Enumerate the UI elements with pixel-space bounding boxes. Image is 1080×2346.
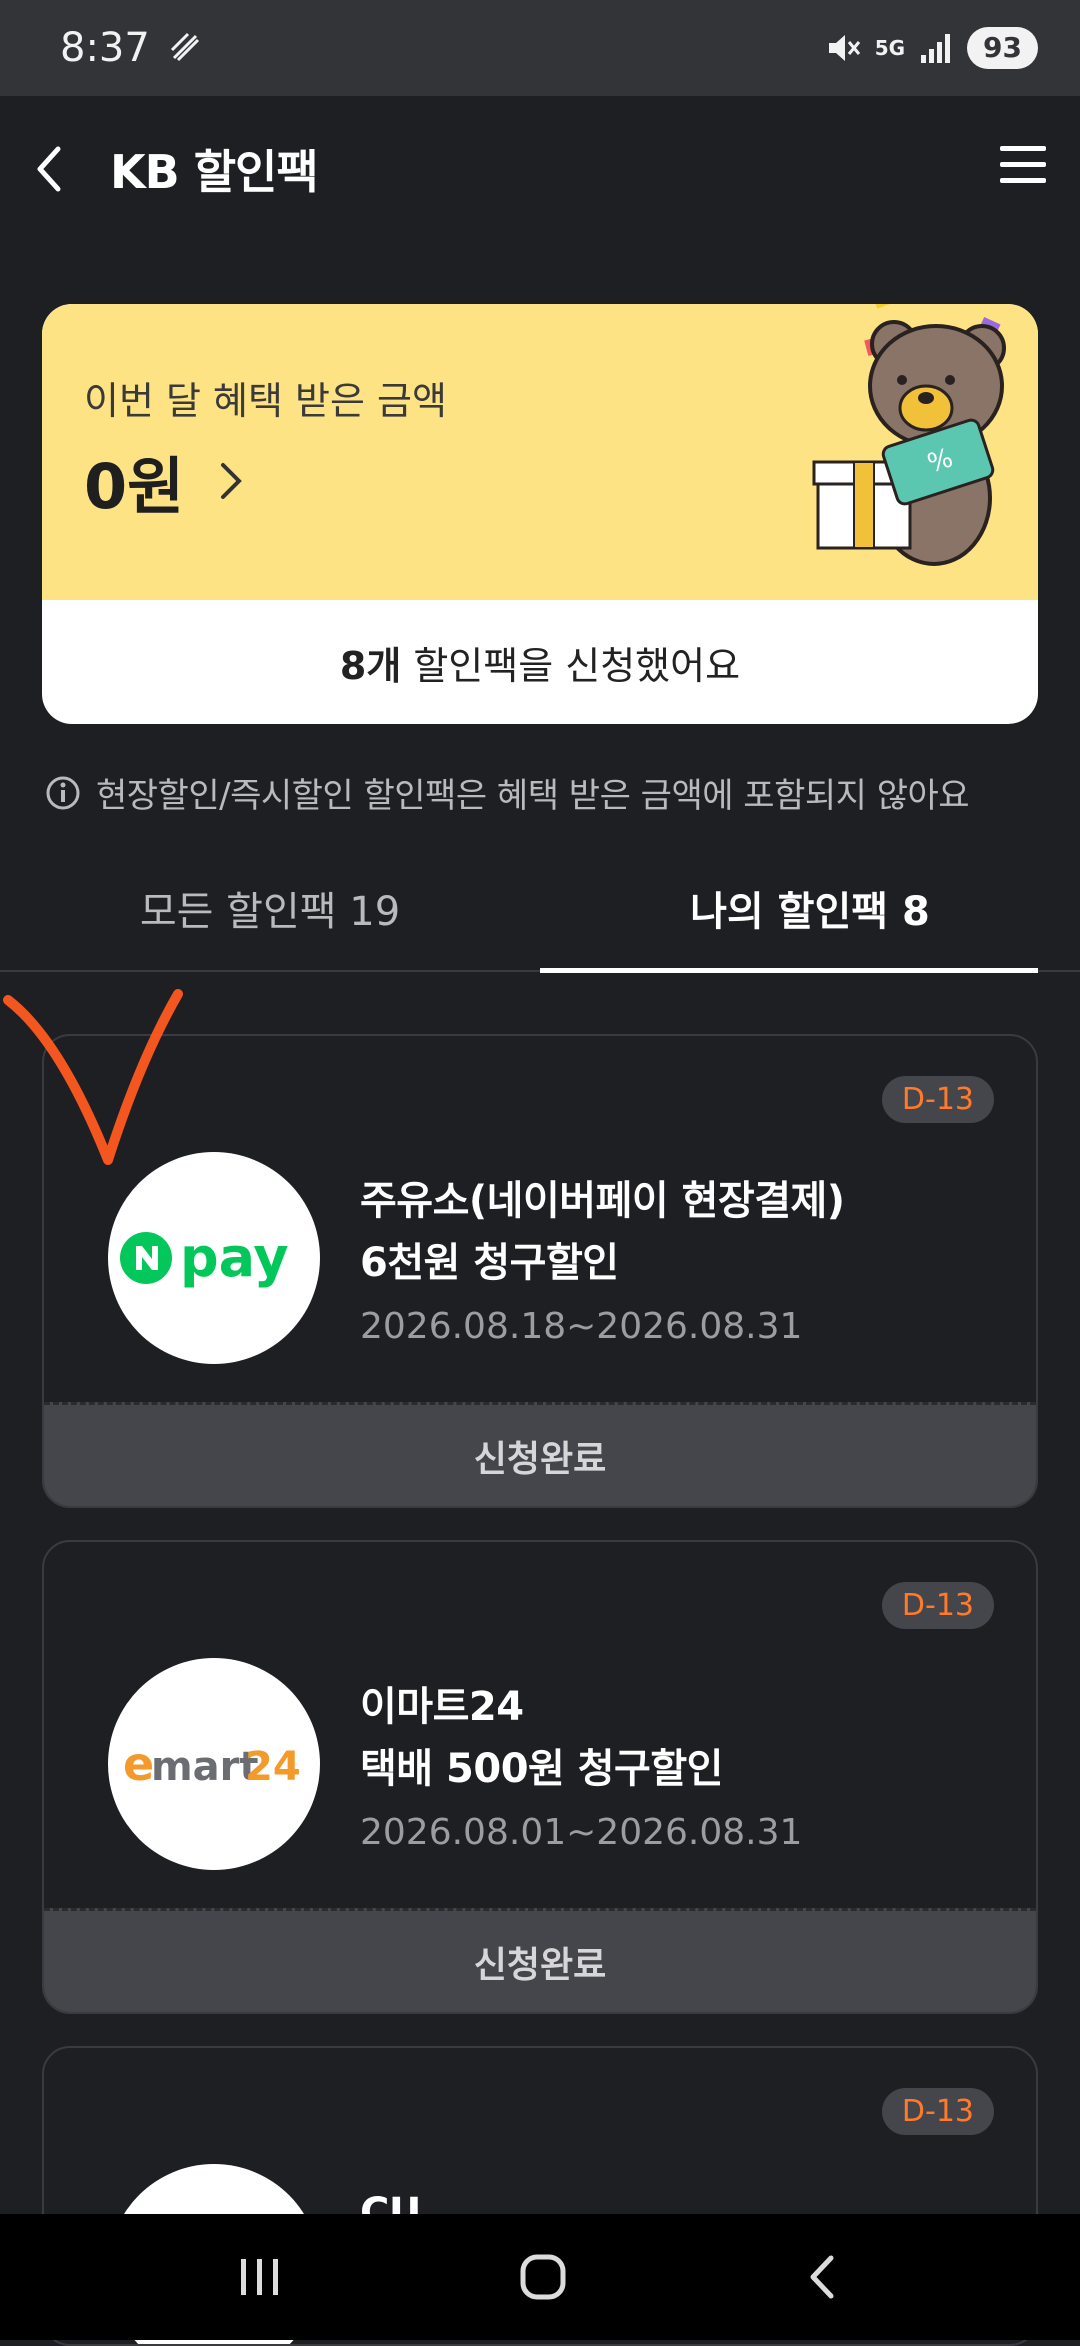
svg-text:24: 24 — [245, 1744, 301, 1790]
pack-title-line1: 주유소(네이버페이 현장결제) — [360, 1178, 845, 1224]
status-bar: 8:37 5G 93 — [0, 0, 1080, 96]
svg-text:e: e — [123, 1737, 154, 1791]
notice-text: 현장할인/즉시할인 할인팩은 혜택 받은 금액에 포함되지 않아요 — [96, 776, 970, 816]
pack-card[interactable]: D-13 e mart 24 이마트24 택배 500원 청구할인 2026.0… — [42, 1540, 1038, 2014]
applied-packs-summary: 8개 할인팩을 신청했어요 — [42, 600, 1038, 724]
npay-logo: pay — [108, 1152, 320, 1364]
svg-text:mart: mart — [151, 1744, 259, 1790]
page-title: KB 할인팩 — [110, 145, 319, 199]
status-time: 8:37 — [60, 25, 150, 71]
dday-badge: D-13 — [881, 2088, 994, 2135]
pack-status-button[interactable]: 신청완료 — [44, 1402, 1036, 1506]
dday-badge: D-13 — [881, 1582, 994, 1629]
svg-text:pay: pay — [180, 1226, 289, 1289]
pack-period: 2026.08.18~2026.08.31 — [360, 1306, 803, 1347]
pack-title-line2: 택배 500원 청구할인 — [360, 1746, 723, 1792]
check-mark-annotation — [3, 989, 183, 1165]
benefit-amount-link[interactable]: 0원 — [84, 436, 244, 526]
tab-my-packs[interactable]: 나의 할인팩 8 — [540, 864, 1080, 970]
applied-count: 8개 — [339, 643, 402, 688]
home-icon[interactable] — [518, 2252, 568, 2302]
benefit-label: 이번 달 혜택 받은 금액 — [84, 379, 447, 423]
info-icon — [46, 776, 80, 809]
hamburger-menu-icon[interactable] — [998, 144, 1048, 186]
app-header: KB 할인팩 — [0, 96, 1080, 242]
active-tab-indicator — [540, 968, 1038, 973]
notice: 현장할인/즉시할인 할인팩은 혜택 받은 금액에 포함되지 않아요 — [44, 768, 1054, 817]
benefit-summary-card[interactable]: 이번 달 혜택 받은 금액 0원 % 8개 할인팩을 신청했어요 — [42, 304, 1038, 724]
chevron-right-icon — [221, 463, 243, 499]
back-icon[interactable] — [803, 2252, 843, 2302]
pack-status-button[interactable]: 신청완료 — [44, 1908, 1036, 2012]
system-nav-bar — [0, 2214, 1080, 2340]
tab-bar: 모든 할인팩 19 나의 할인팩 8 — [0, 864, 1080, 973]
applied-text: 할인팩을 신청했어요 — [413, 643, 741, 688]
pack-title-line2: 6천원 청구할인 — [360, 1240, 619, 1286]
bear-mascot-illustration: % — [812, 304, 1006, 566]
mute-icon — [828, 35, 860, 61]
network-type: 5G — [874, 36, 906, 60]
emart24-logo: e mart 24 — [108, 1658, 320, 1870]
recent-apps-icon[interactable] — [237, 2255, 283, 2299]
tab-all-packs[interactable]: 모든 할인팩 19 — [0, 864, 540, 970]
battery-indicator: 93 — [967, 27, 1038, 69]
benefit-amount: 0원 — [84, 450, 185, 523]
dday-badge: D-13 — [881, 1076, 994, 1123]
back-arrow-icon[interactable] — [30, 143, 70, 195]
pack-period: 2026.08.01~2026.08.31 — [360, 1812, 803, 1853]
pack-title-line1: 이마트24 — [360, 1684, 524, 1730]
screen-record-icon — [170, 32, 199, 62]
signal-icon — [921, 34, 951, 63]
